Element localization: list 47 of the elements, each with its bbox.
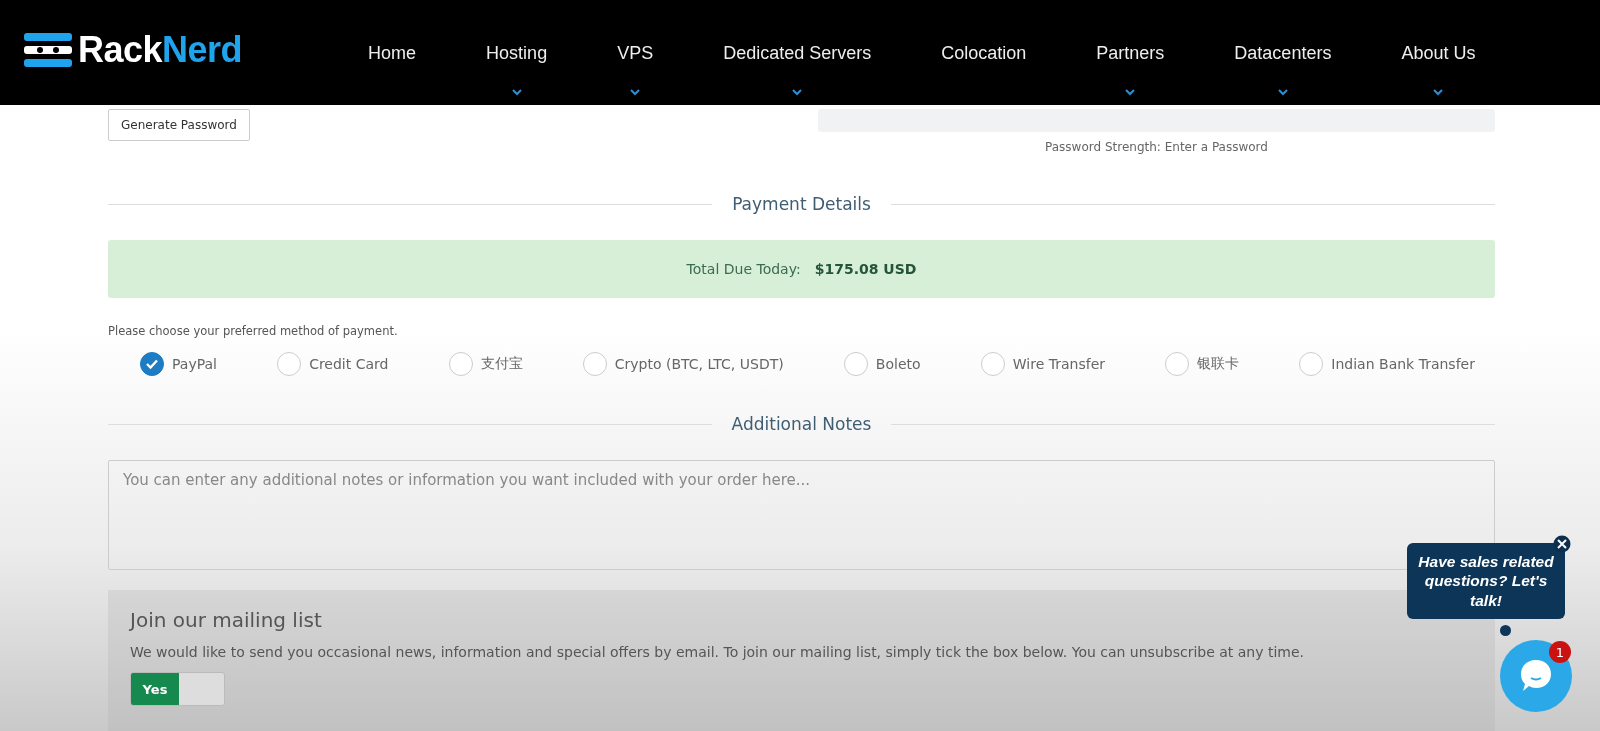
logo-text[interactable]: RackNerd: [78, 28, 243, 71]
checkmark-icon: [145, 358, 159, 370]
mailing-title: Join our mailing list: [130, 608, 322, 632]
logo-icon: [24, 32, 72, 67]
chat-bubble-icon: [1519, 658, 1553, 694]
total-label: Total Due Today:: [686, 261, 801, 277]
tooltip-tail-dot: [1500, 625, 1511, 636]
payment-method-label[interactable]: Wire Transfer: [1012, 356, 1105, 372]
total-amount: $175.08 USD: [814, 261, 917, 277]
chevron-down-icon[interactable]: [629, 88, 642, 96]
chevron-down-icon[interactable]: [791, 88, 804, 96]
notification-badge: 1: [1549, 641, 1571, 663]
nav-link[interactable]: Dedicated Servers: [723, 9, 872, 96]
generate-password-button[interactable]: Generate Password: [108, 109, 250, 141]
payment-method-label[interactable]: 支付宝: [480, 355, 523, 373]
radio-button[interactable]: [140, 352, 164, 376]
nav-link[interactable]: Datacenters: [1234, 9, 1332, 96]
radio-button[interactable]: [843, 352, 868, 376]
radio-button[interactable]: [277, 352, 302, 376]
nav-link[interactable]: Partners: [1096, 9, 1165, 96]
nav-link[interactable]: About Us: [1401, 9, 1476, 96]
payment-method-label[interactable]: 银联卡: [1197, 355, 1240, 373]
mailing-toggle[interactable]: Yes: [130, 672, 225, 706]
section-heading: Payment Details: [732, 194, 871, 214]
nav-link[interactable]: VPS: [617, 9, 654, 96]
payment-method-label[interactable]: PayPal: [172, 356, 217, 372]
payment-prompt: Please choose your preferred method of payment.: [108, 324, 399, 338]
radio-button[interactable]: [1165, 352, 1190, 376]
nav-link[interactable]: Colocation: [941, 9, 1027, 96]
payment-method-label[interactable]: Boleto: [875, 356, 921, 372]
nav-link[interactable]: Hosting: [486, 9, 548, 96]
section-heading: Additional Notes: [731, 414, 872, 434]
password-strength-text: Password Strength: Enter a Password: [1045, 140, 1268, 154]
payment-method-label[interactable]: Crypto (BTC, LTC, USDT): [614, 356, 784, 372]
close-icon[interactable]: [1553, 535, 1571, 553]
chevron-down-icon[interactable]: [510, 88, 523, 96]
radio-button[interactable]: [980, 352, 1005, 376]
radio-button[interactable]: [1299, 352, 1324, 376]
chevron-down-icon[interactable]: [1432, 88, 1445, 96]
nav-link[interactable]: Home: [368, 9, 417, 96]
radio-button[interactable]: [582, 352, 607, 376]
radio-button[interactable]: [448, 352, 473, 376]
mailing-text: We would like to send you occasional news, information and special offers by email. To join our mailing list, simply tick the box below. You can unsubscribe at any time.: [130, 644, 1306, 660]
chevron-down-icon[interactable]: [1124, 88, 1137, 96]
chevron-down-icon[interactable]: [1276, 88, 1289, 96]
payment-method-label[interactable]: Credit Card: [309, 356, 389, 372]
payment-method-label[interactable]: Indian Bank Transfer: [1331, 356, 1475, 372]
